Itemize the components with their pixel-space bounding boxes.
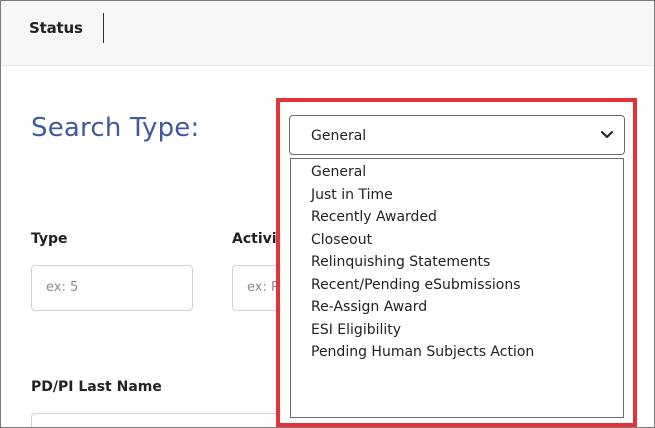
option-just-in-time[interactable]: Just in Time (291, 184, 623, 207)
pd-pi-last-name-input[interactable] (31, 413, 282, 427)
type-input[interactable]: ex: 5 (31, 265, 193, 311)
option-relinquishing-statements[interactable]: Relinquishing Statements (291, 251, 623, 274)
top-bar: Status (1, 1, 654, 66)
option-recently-awarded[interactable]: Recently Awarded (291, 206, 623, 229)
option-pending-human-subjects-action[interactable]: Pending Human Subjects Action (291, 341, 623, 364)
option-recent-pending-esubmissions[interactable]: Recent/Pending eSubmissions (291, 274, 623, 297)
screenshot-frame: Status Search Type: Type ex: 5 Activity … (0, 0, 655, 428)
tab-status[interactable]: Status (29, 19, 83, 37)
type-label: Type (31, 231, 68, 247)
search-type-heading: Search Type: (31, 113, 200, 143)
tab-separator (103, 13, 104, 43)
search-type-options: General Just in Time Recently Awarded Cl… (290, 158, 624, 418)
option-esi-eligibility[interactable]: ESI Eligibility (291, 319, 623, 342)
pd-pi-last-name-label: PD/PI Last Name (31, 379, 162, 395)
chevron-down-icon (601, 131, 613, 138)
option-closeout[interactable]: Closeout (291, 229, 623, 252)
search-type-select[interactable]: General (289, 115, 625, 155)
search-type-selected-value: General (311, 128, 367, 144)
option-re-assign-award[interactable]: Re-Assign Award (291, 296, 623, 319)
option-general[interactable]: General (291, 161, 623, 184)
